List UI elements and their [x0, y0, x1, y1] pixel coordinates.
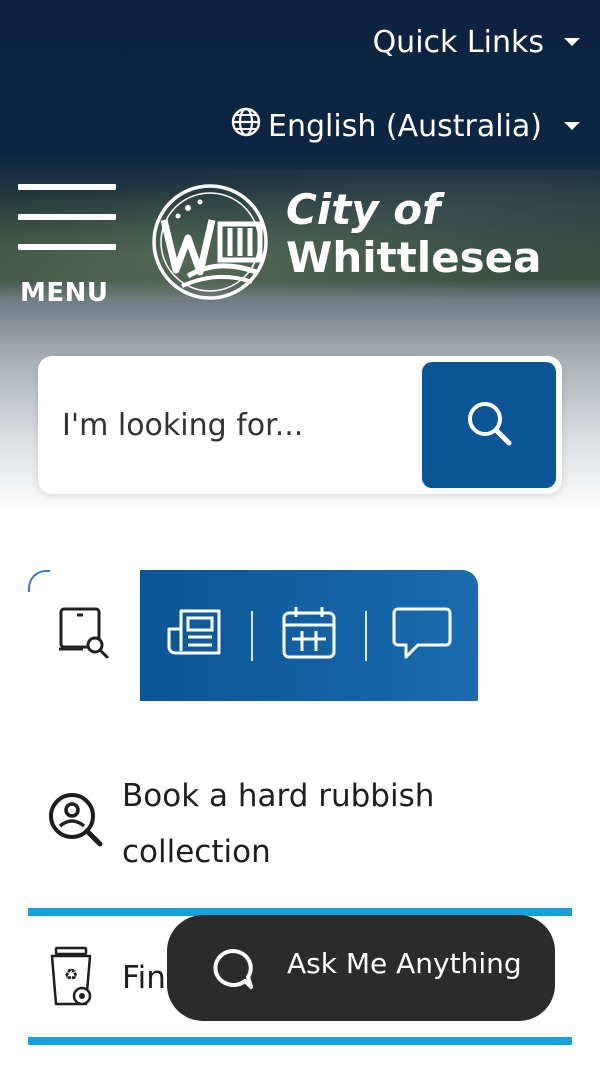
language-label: English (Australia)	[268, 108, 542, 144]
tab-feedback[interactable]	[367, 570, 478, 701]
logo-line-2: Whittlesea	[286, 233, 542, 282]
ask-me-anything-label: Ask Me Anything	[287, 947, 522, 980]
tab-events[interactable]	[253, 570, 364, 701]
tab-news[interactable]	[140, 570, 251, 701]
city-wordmark: City of Whittlesea	[286, 186, 542, 282]
tab-group	[140, 570, 478, 701]
tab-divider	[364, 610, 367, 661]
chevron-down-icon	[564, 122, 580, 130]
menu-button[interactable]: MENU	[18, 184, 118, 308]
hamburger-line	[18, 184, 116, 190]
chat-icon	[211, 947, 255, 996]
recycle-bin-icon: ♻	[48, 946, 100, 1015]
globe-icon	[230, 106, 262, 146]
city-emblem-icon	[148, 180, 272, 309]
list-item-hard-rubbish[interactable]: Book a hard rubbish collection	[28, 760, 572, 910]
list-item-label: Book a hard rubbish collection	[122, 768, 434, 880]
search-button[interactable]	[422, 362, 556, 488]
search-box	[38, 356, 562, 494]
language-selector[interactable]: English (Australia)	[230, 104, 580, 148]
city-logo-link[interactable]: City of Whittlesea	[148, 180, 542, 305]
logo-line-1: City of	[286, 185, 441, 234]
chat-bubble-icon	[392, 605, 452, 666]
label-line-1: Book a hard rubbish	[122, 778, 435, 814]
svg-text:♻: ♻	[64, 965, 78, 984]
person-search-icon	[46, 790, 106, 855]
tab-divider	[251, 610, 254, 661]
label-line-2: collection	[122, 834, 271, 870]
device-search-icon	[55, 605, 113, 666]
hamburger-line	[18, 244, 116, 250]
label-line-1: Fin	[122, 960, 166, 996]
search-input[interactable]	[62, 386, 412, 464]
newspaper-icon	[167, 605, 225, 666]
list-item-label: Fin	[122, 950, 166, 1006]
chevron-down-icon	[564, 38, 580, 46]
tab-services-search[interactable]	[28, 570, 140, 701]
search-icon	[461, 395, 517, 456]
list-divider	[28, 1037, 572, 1045]
calendar-icon	[280, 605, 338, 666]
quick-access-tabs	[28, 570, 478, 701]
quick-links-label: Quick Links	[372, 24, 544, 60]
quick-links-dropdown[interactable]: Quick Links	[373, 22, 580, 62]
ask-me-anything-button[interactable]: Ask Me Anything	[167, 915, 555, 1021]
menu-label: MENU	[20, 278, 109, 308]
hamburger-line	[18, 214, 116, 220]
tab-corner-accent	[28, 570, 50, 592]
